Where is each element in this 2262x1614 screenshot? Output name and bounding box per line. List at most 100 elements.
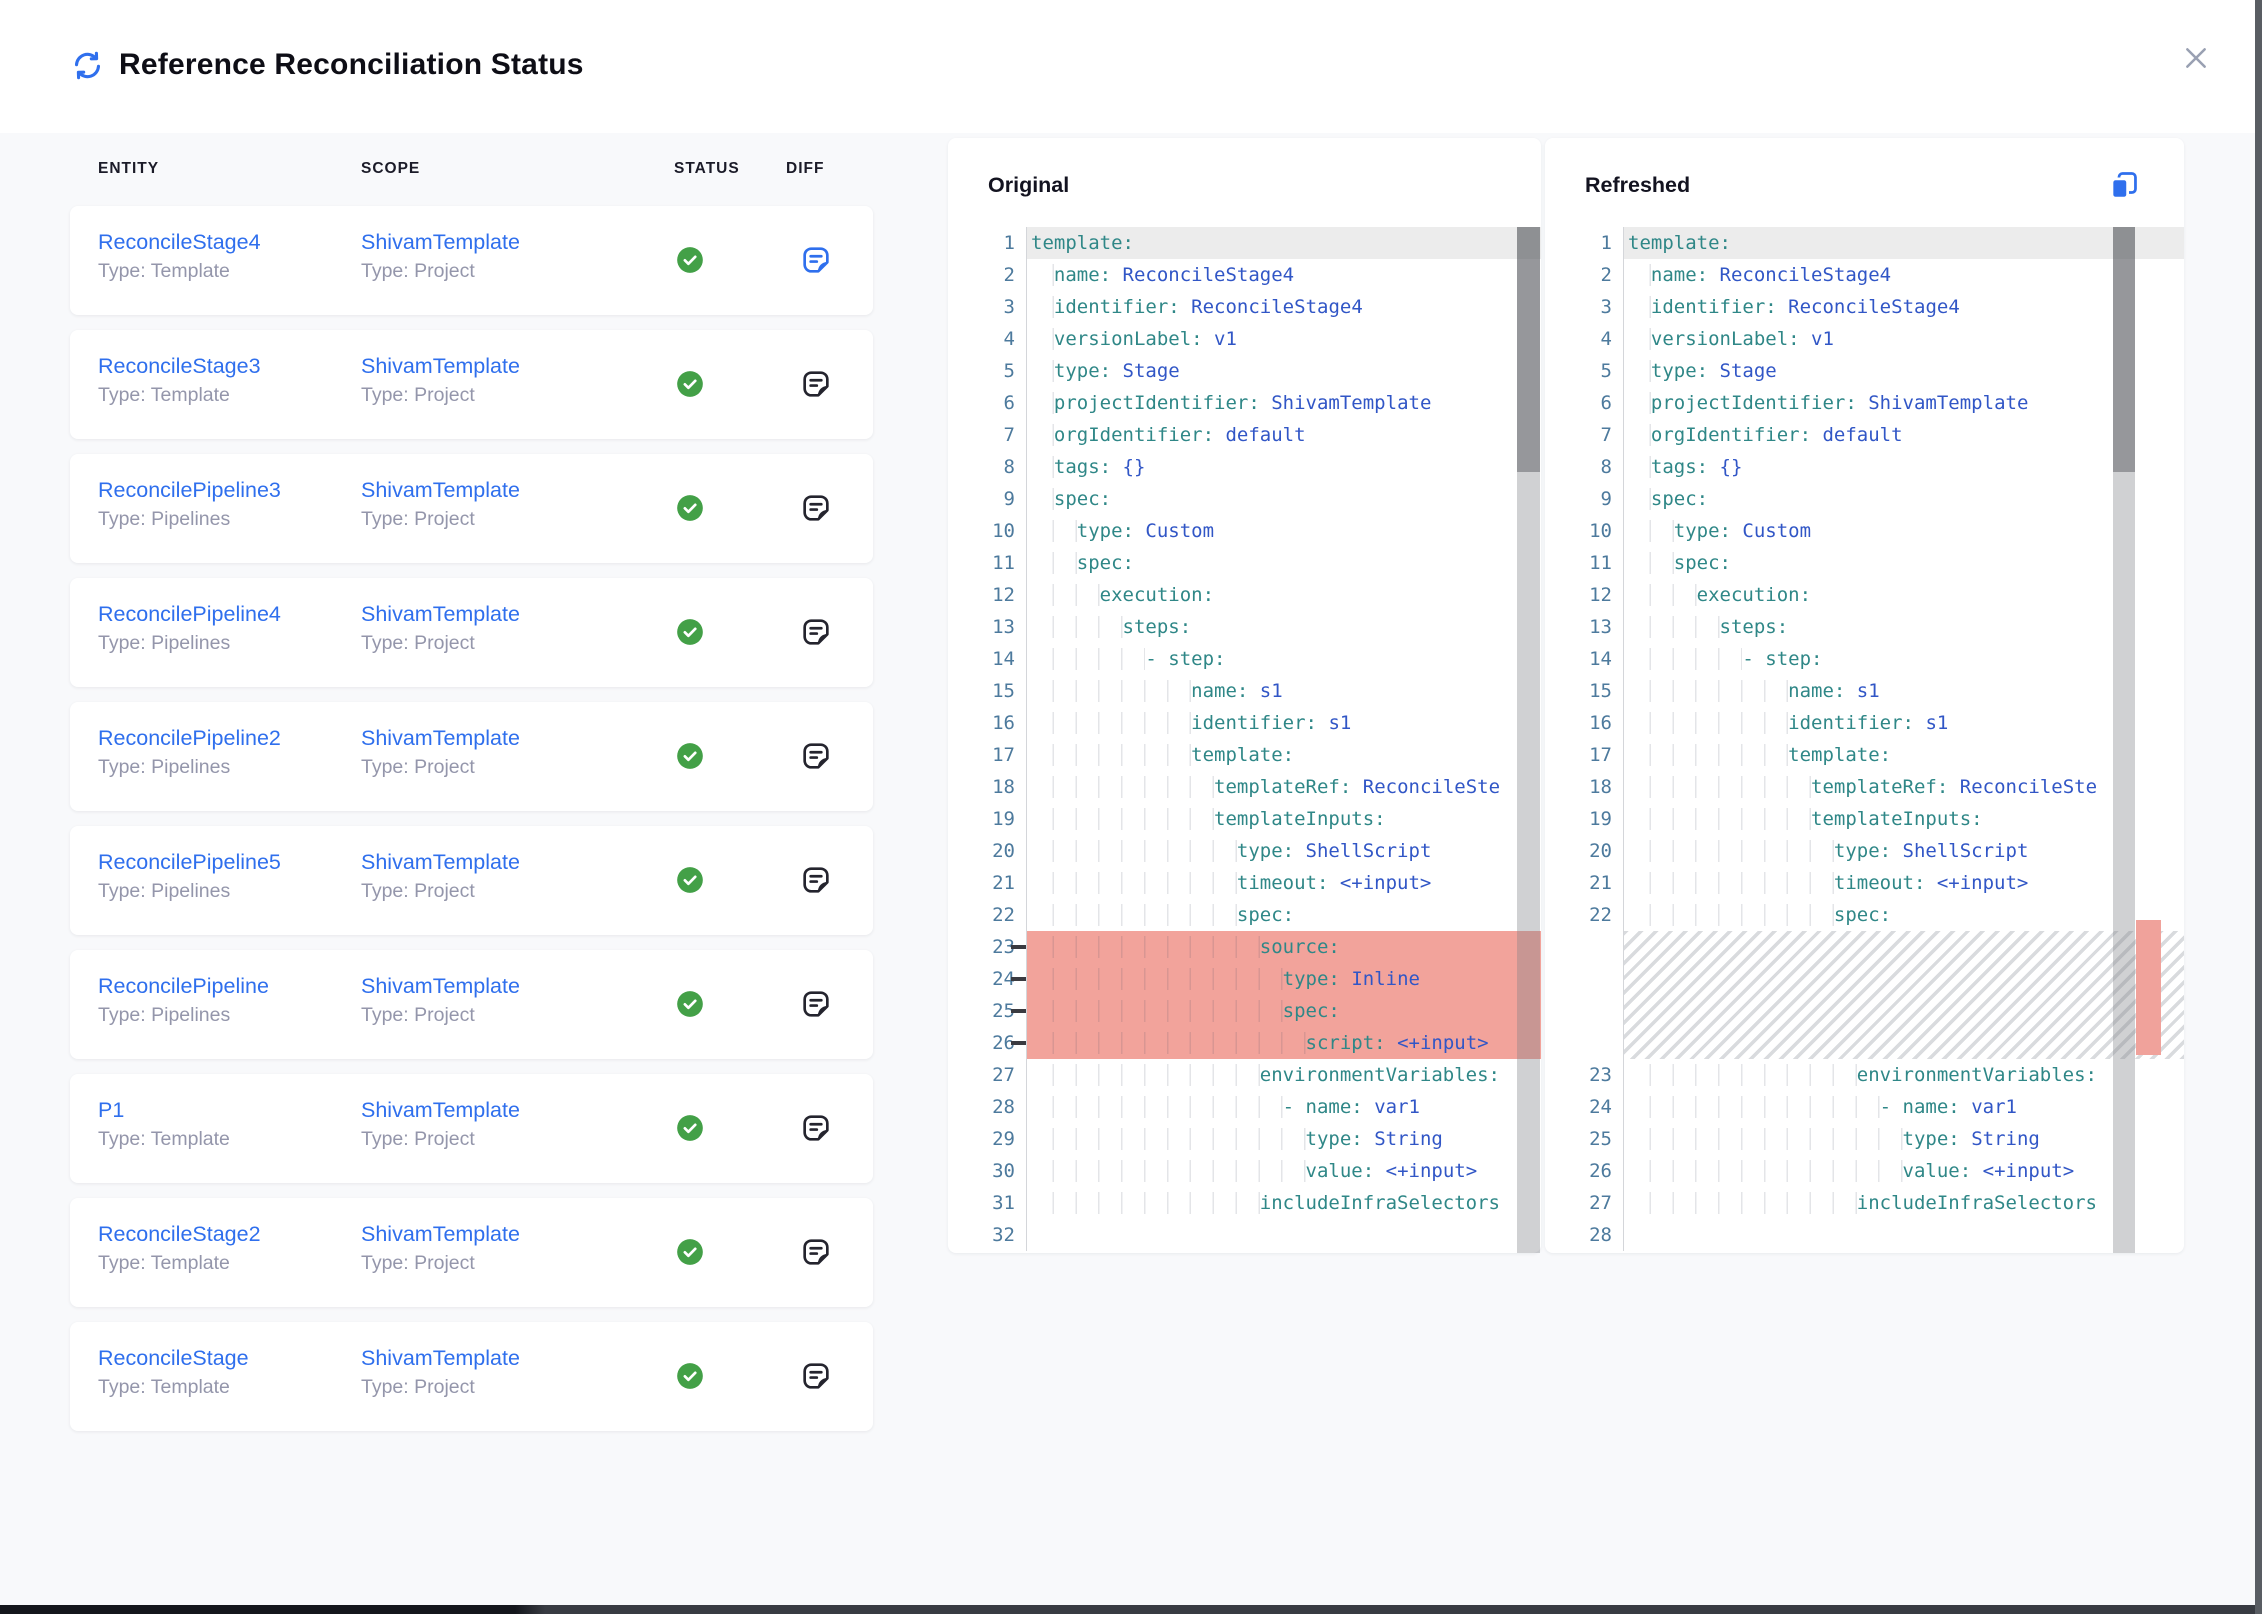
entity-link[interactable]: ReconcileStage4 bbox=[98, 227, 261, 257]
diff-note-icon[interactable] bbox=[800, 368, 832, 400]
code-line: 4 versionLabel: v1 bbox=[948, 323, 1541, 355]
scope-link[interactable]: ShivamTemplate bbox=[361, 351, 520, 381]
diff-note-icon[interactable] bbox=[800, 244, 832, 276]
entity-type-label: Type: Pipelines bbox=[98, 505, 281, 534]
scope-type-label: Type: Project bbox=[361, 1001, 520, 1030]
status-success-icon bbox=[676, 990, 704, 1018]
code-line: 4 versionLabel: v1 bbox=[1545, 323, 2184, 355]
column-header-diff: DIFF bbox=[786, 160, 824, 178]
diff-note-icon[interactable] bbox=[800, 864, 832, 896]
copy-button[interactable] bbox=[2107, 169, 2140, 202]
code-line: 20 type: ShellScript bbox=[1545, 835, 2184, 867]
entity-link[interactable]: ReconcilePipeline2 bbox=[98, 723, 281, 753]
status-success-icon bbox=[676, 370, 704, 398]
dialog-header: Reference Reconciliation Status bbox=[0, 0, 2262, 133]
refreshed-scrollbar-thumb[interactable] bbox=[2113, 227, 2135, 472]
refreshed-panel: Refreshed 1template:2 name: ReconcileSta… bbox=[1545, 138, 2184, 1253]
diff-removed-marker bbox=[2136, 920, 2161, 1055]
code-line: 17 template: bbox=[1545, 739, 2184, 771]
diff-note-icon[interactable] bbox=[800, 988, 832, 1020]
code-line: 26 value: <+input> bbox=[1545, 1155, 2184, 1187]
original-code-editor[interactable]: 1template:2 name: ReconcileStage43 ident… bbox=[948, 227, 1541, 1253]
scope-link[interactable]: ShivamTemplate bbox=[361, 723, 520, 753]
entity-type-label: Type: Template bbox=[98, 1373, 249, 1402]
entity-link[interactable]: ReconcilePipeline bbox=[98, 971, 269, 1001]
code-line: 6 projectIdentifier: ShivamTemplate bbox=[1545, 387, 2184, 419]
entity-link[interactable]: ReconcilePipeline3 bbox=[98, 475, 281, 505]
code-line: 25 spec: bbox=[948, 995, 1541, 1027]
column-header-scope: SCOPE bbox=[361, 160, 420, 178]
code-line: 12 execution: bbox=[1545, 579, 2184, 611]
copy-icon bbox=[2107, 169, 2140, 202]
code-line: 15 name: s1 bbox=[1545, 675, 2184, 707]
entity-type-label: Type: Pipelines bbox=[98, 629, 281, 658]
refreshed-code-editor[interactable]: 1template:2 name: ReconcileStage43 ident… bbox=[1545, 227, 2184, 1253]
diff-note-icon[interactable] bbox=[800, 1236, 832, 1268]
code-line: 9 spec: bbox=[1545, 483, 2184, 515]
diff-note-icon[interactable] bbox=[800, 1360, 832, 1392]
code-line: 15 name: s1 bbox=[948, 675, 1541, 707]
code-line: 24 type: Inline bbox=[948, 963, 1541, 995]
scope-link[interactable]: ShivamTemplate bbox=[361, 971, 520, 1001]
code-line: 7 orgIdentifier: default bbox=[1545, 419, 2184, 451]
code-line: 2 name: ReconcileStage4 bbox=[948, 259, 1541, 291]
original-panel: Original 1template:2 name: ReconcileStag… bbox=[948, 138, 1541, 1253]
diff-note-icon[interactable] bbox=[800, 740, 832, 772]
column-header-status: STATUS bbox=[674, 160, 740, 178]
close-button[interactable] bbox=[2180, 42, 2212, 74]
scope-cell: ShivamTemplate Type: Project bbox=[361, 475, 520, 534]
code-line: 9 spec: bbox=[948, 483, 1541, 515]
refreshed-scrollbar[interactable] bbox=[2113, 227, 2135, 1253]
reconciliation-table: ReconcileStage4 Type: Template ShivamTem… bbox=[70, 206, 873, 1446]
code-line: 22 spec: bbox=[948, 899, 1541, 931]
scope-link[interactable]: ShivamTemplate bbox=[361, 1343, 520, 1373]
status-success-icon bbox=[676, 1238, 704, 1266]
entity-link[interactable]: ReconcileStage bbox=[98, 1343, 249, 1373]
window-right-scrollbar-strip bbox=[2255, 0, 2262, 1614]
status-success-icon bbox=[676, 866, 704, 894]
scope-link[interactable]: ShivamTemplate bbox=[361, 475, 520, 505]
code-line: 25 type: String bbox=[1545, 1123, 2184, 1155]
scope-link[interactable]: ShivamTemplate bbox=[361, 847, 520, 877]
entity-link[interactable]: ReconcileStage3 bbox=[98, 351, 261, 381]
code-line: 23 environmentVariables: bbox=[1545, 1059, 2184, 1091]
refresh-icon bbox=[72, 50, 103, 81]
entity-cell: ReconcilePipeline Type: Pipelines bbox=[98, 971, 269, 1030]
original-scrollbar-thumb[interactable] bbox=[1517, 227, 1540, 472]
scope-cell: ShivamTemplate Type: Project bbox=[361, 599, 520, 658]
entity-type-label: Type: Template bbox=[98, 381, 261, 410]
code-line: 29 type: String bbox=[948, 1123, 1541, 1155]
scope-cell: ShivamTemplate Type: Project bbox=[361, 1095, 520, 1154]
diff-note-icon[interactable] bbox=[800, 1112, 832, 1144]
code-line: 14 - step: bbox=[948, 643, 1541, 675]
diff-note-icon[interactable] bbox=[800, 616, 832, 648]
entity-cell: ReconcilePipeline4 Type: Pipelines bbox=[98, 599, 281, 658]
entity-link[interactable]: ReconcilePipeline4 bbox=[98, 599, 281, 629]
code-line: 10 type: Custom bbox=[948, 515, 1541, 547]
code-line: 26 script: <+input> bbox=[948, 1027, 1541, 1059]
code-line: 8 tags: {} bbox=[1545, 451, 2184, 483]
entity-link[interactable]: ReconcileStage2 bbox=[98, 1219, 261, 1249]
original-panel-header: Original bbox=[948, 138, 1541, 227]
scope-link[interactable]: ShivamTemplate bbox=[361, 227, 520, 257]
scope-link[interactable]: ShivamTemplate bbox=[361, 1095, 520, 1125]
original-scrollbar[interactable] bbox=[1517, 227, 1540, 1253]
entity-link[interactable]: P1 bbox=[98, 1095, 230, 1125]
status-success-icon bbox=[676, 742, 704, 770]
scope-type-label: Type: Project bbox=[361, 753, 520, 782]
code-line: 7 orgIdentifier: default bbox=[948, 419, 1541, 451]
scope-link[interactable]: ShivamTemplate bbox=[361, 599, 520, 629]
diff-note-icon[interactable] bbox=[800, 492, 832, 524]
table-row: P1 Type: Template ShivamTemplate Type: P… bbox=[70, 1074, 873, 1183]
page-title: Reference Reconciliation Status bbox=[119, 48, 584, 82]
entity-type-label: Type: Template bbox=[98, 1125, 230, 1154]
code-line: 31 includeInfraSelectors bbox=[948, 1187, 1541, 1219]
scope-type-label: Type: Project bbox=[361, 1373, 520, 1402]
entity-cell: ReconcilePipeline2 Type: Pipelines bbox=[98, 723, 281, 782]
code-line: 19 templateInputs: bbox=[948, 803, 1541, 835]
code-line: 32 bbox=[948, 1219, 1541, 1251]
scope-link[interactable]: ShivamTemplate bbox=[361, 1219, 520, 1249]
entity-type-label: Type: Pipelines bbox=[98, 753, 281, 782]
code-line: 18 templateRef: ReconcileSte bbox=[1545, 771, 2184, 803]
entity-link[interactable]: ReconcilePipeline5 bbox=[98, 847, 281, 877]
